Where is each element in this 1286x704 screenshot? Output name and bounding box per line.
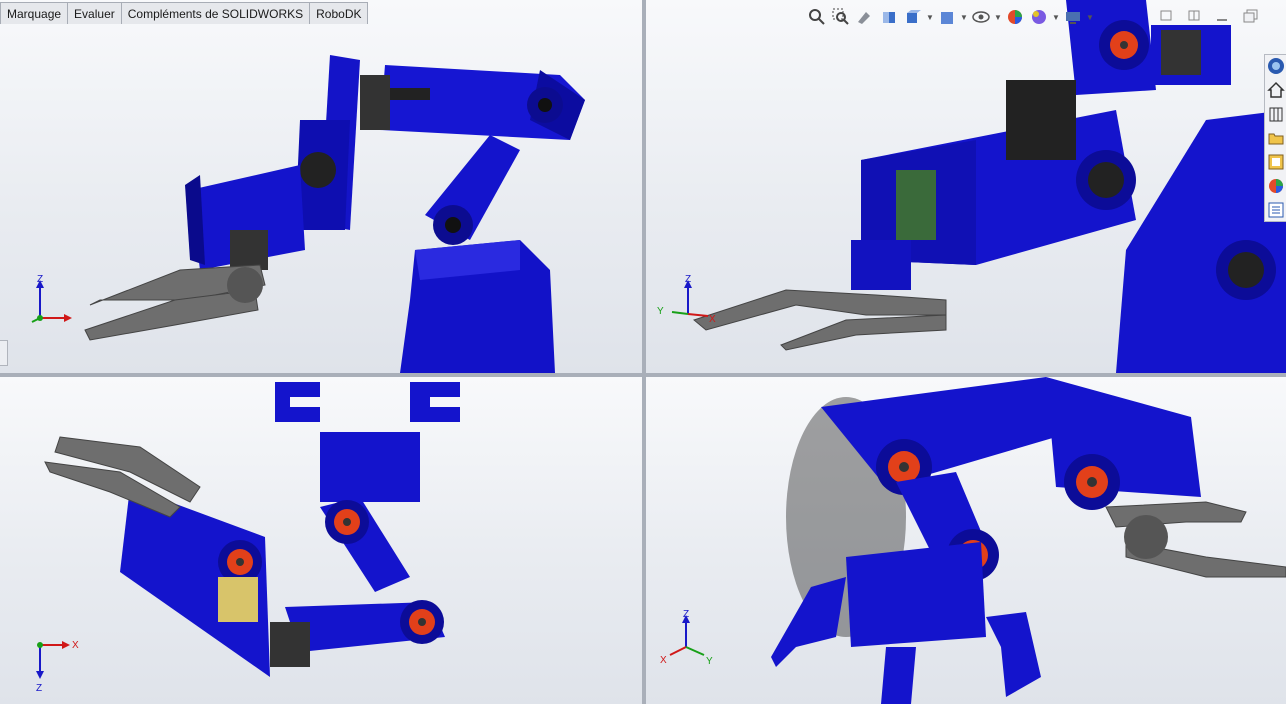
viewport-horizontal-splitter[interactable] bbox=[0, 373, 1286, 377]
command-manager-tabs: Marquage Evaluer Compléments de SOLIDWOR… bbox=[0, 2, 369, 24]
solidworks-resources-icon[interactable] bbox=[1265, 55, 1286, 77]
robot-arm-model[interactable] bbox=[0, 377, 642, 704]
coordinate-triad: Z X Y bbox=[660, 609, 713, 667]
edit-appearance-icon[interactable] bbox=[1004, 6, 1026, 28]
triad-y-label: Y bbox=[706, 656, 713, 667]
previous-view-icon[interactable] bbox=[854, 6, 876, 28]
chevron-down-icon[interactable]: ▼ bbox=[1052, 6, 1060, 28]
minimize-icon[interactable] bbox=[1214, 8, 1232, 24]
window-controls bbox=[1158, 8, 1260, 24]
chevron-down-icon[interactable]: ▼ bbox=[926, 6, 934, 28]
tab-solidworks-addins[interactable]: Compléments de SOLIDWORKS bbox=[120, 2, 311, 24]
section-view-icon[interactable] bbox=[878, 6, 900, 28]
triad-x-label: X bbox=[660, 655, 667, 666]
viewport-bottom-right[interactable]: Z X Y bbox=[646, 377, 1286, 704]
robot-arm-model[interactable] bbox=[646, 377, 1286, 704]
view-orientation-icon[interactable] bbox=[902, 6, 924, 28]
custom-properties-icon[interactable] bbox=[1265, 199, 1286, 221]
coordinate-triad: Z bbox=[31, 274, 72, 323]
panel-collapse-handle[interactable] bbox=[0, 340, 8, 366]
appearances-scenes-icon[interactable] bbox=[1265, 175, 1286, 197]
zoom-to-area-icon[interactable] bbox=[830, 6, 852, 28]
zoom-to-fit-icon[interactable] bbox=[806, 6, 828, 28]
tab-marquage[interactable]: Marquage bbox=[0, 2, 69, 24]
maximize-icon[interactable] bbox=[1242, 8, 1260, 24]
robot-arm-model[interactable] bbox=[0, 0, 642, 373]
chevron-down-icon[interactable]: ▼ bbox=[1086, 6, 1094, 28]
triad-x-label: X bbox=[709, 314, 716, 325]
coordinate-triad: Z X Y bbox=[657, 274, 716, 325]
triad-z-label: Z bbox=[37, 274, 43, 285]
viewport-top-left[interactable]: Marquage Evaluer Compléments de SOLIDWOR… bbox=[0, 0, 642, 373]
triad-z-label: Z bbox=[683, 609, 689, 620]
tab-evaluer[interactable]: Evaluer bbox=[67, 2, 122, 24]
file-explorer-icon[interactable] bbox=[1265, 127, 1286, 149]
robot-arm-model[interactable] bbox=[646, 0, 1286, 373]
viewport-vertical-splitter[interactable] bbox=[642, 0, 646, 704]
tile-icon[interactable] bbox=[1186, 8, 1204, 24]
display-style-icon[interactable] bbox=[936, 6, 958, 28]
coordinate-triad: X Z bbox=[36, 640, 79, 694]
viewport-top-right[interactable]: Z X Y bbox=[646, 0, 1286, 373]
triad-z-label: Z bbox=[36, 683, 42, 694]
chevron-down-icon[interactable]: ▼ bbox=[994, 6, 1002, 28]
chevron-down-icon[interactable]: ▼ bbox=[960, 6, 968, 28]
triad-x-label: X bbox=[72, 640, 79, 651]
triad-z-label: Z bbox=[685, 274, 691, 285]
home-icon[interactable] bbox=[1265, 79, 1286, 101]
viewport-bottom-left[interactable]: X Z bbox=[0, 377, 642, 704]
hide-show-items-icon[interactable] bbox=[970, 6, 992, 28]
triad-y-label: Y bbox=[657, 306, 664, 317]
task-pane bbox=[1264, 54, 1286, 222]
design-library-icon[interactable] bbox=[1265, 103, 1286, 125]
restore-icon[interactable] bbox=[1158, 8, 1176, 24]
tab-robodk[interactable]: RoboDK bbox=[309, 2, 369, 24]
view-settings-icon[interactable] bbox=[1062, 6, 1084, 28]
view-palette-icon[interactable] bbox=[1265, 151, 1286, 173]
heads-up-view-toolbar: ▼ ▼ ▼ ▼ ▼ bbox=[806, 6, 1094, 28]
apply-scene-icon[interactable] bbox=[1028, 6, 1050, 28]
